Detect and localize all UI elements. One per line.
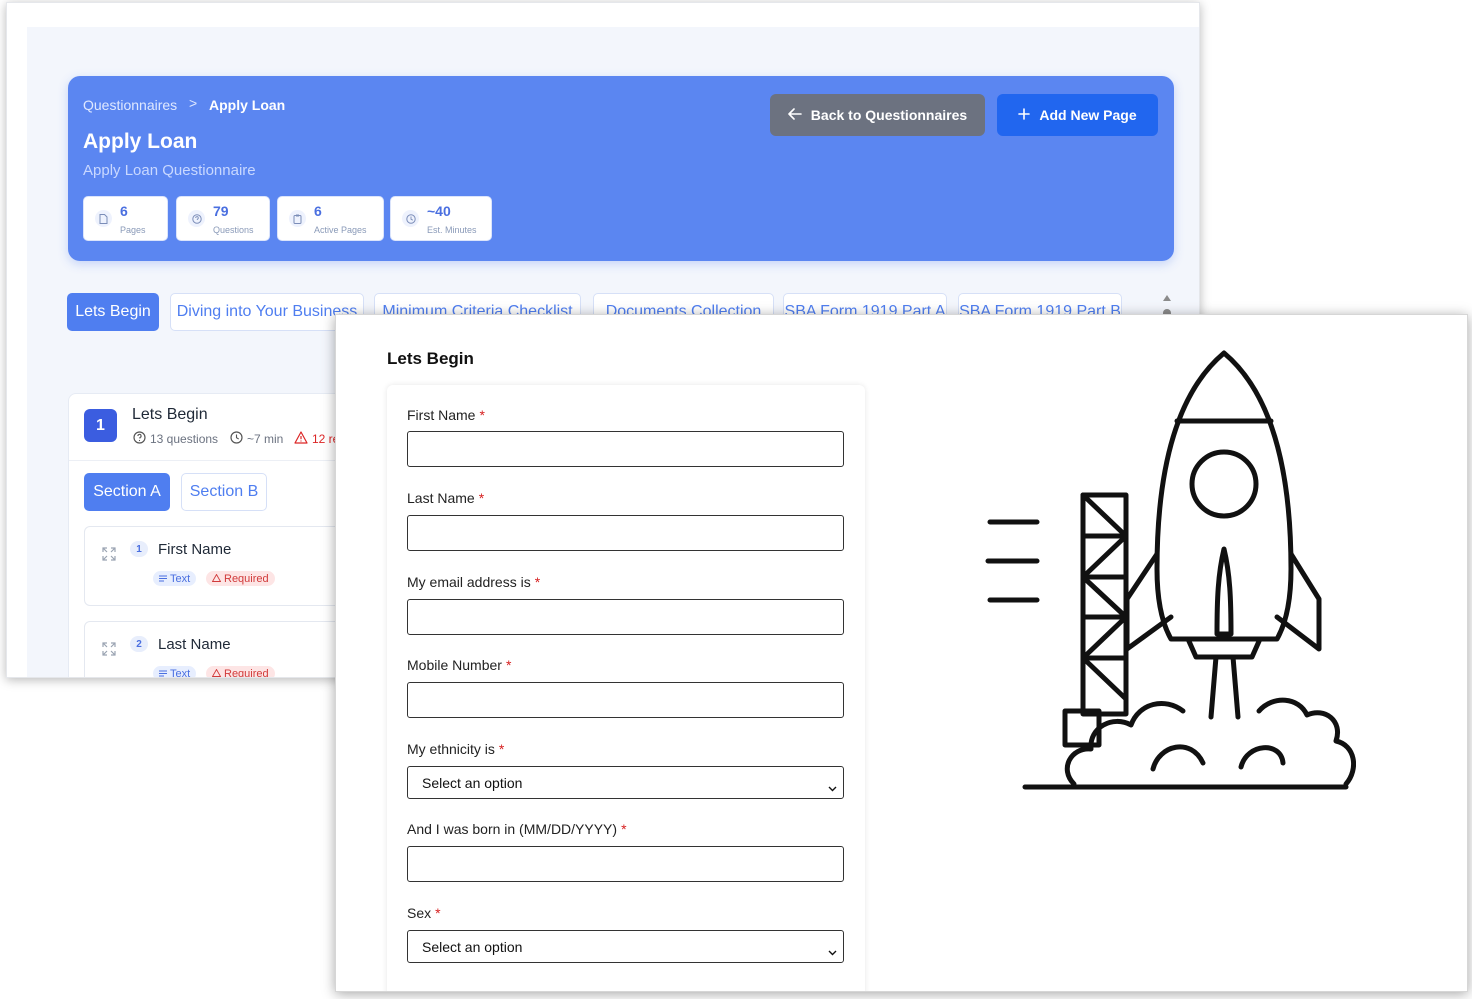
stat-est-minutes: ~40 Est. Minutes [390, 196, 492, 241]
field-label-mobile: Mobile Number * [407, 657, 511, 673]
plus-icon [1018, 107, 1031, 123]
stat-pages: 6 Pages [83, 196, 168, 241]
clock-icon [402, 210, 419, 227]
last-name-input[interactable] [407, 515, 844, 551]
mobile-number-input[interactable] [407, 682, 844, 718]
stat-label: Active Pages [314, 225, 367, 235]
field-label-text: My ethnicity is [407, 741, 495, 757]
back-to-questionnaires-button[interactable]: Back to Questionnaires [770, 94, 985, 136]
question-number: 2 [130, 636, 148, 652]
add-button-label: Add New Page [1039, 107, 1137, 123]
type-badge: Text [153, 666, 197, 678]
page-title: Apply Loan [83, 130, 198, 153]
back-button-label: Back to Questionnaires [810, 107, 968, 123]
add-new-page-button[interactable]: Add New Page [997, 94, 1158, 136]
chevron-down-icon [828, 943, 837, 959]
chevron-down-icon [828, 779, 837, 795]
form-heading: Lets Begin [387, 349, 474, 368]
breadcrumb-current: Apply Loan [209, 97, 286, 113]
stat-value: 79 [213, 203, 229, 219]
field-label-last-name: Last Name * [407, 490, 484, 506]
arrow-left-icon [787, 107, 802, 123]
text-lines-icon [159, 668, 167, 678]
question-circle-icon [133, 431, 146, 447]
tab-section-a[interactable]: Section A [84, 473, 170, 511]
stat-active-pages: 6 Active Pages [277, 196, 384, 241]
type-badge-label: Text [170, 572, 191, 585]
questionnaire-header: Questionnaires > Apply Loan Apply Loan A… [68, 76, 1174, 261]
required-asterisk: * [435, 905, 441, 921]
stat-value: ~40 [427, 203, 451, 219]
ethnicity-select[interactable]: Select an option [407, 766, 844, 799]
required-asterisk: * [498, 741, 505, 757]
field-label-text: And I was born in (MM/DD/YYYY) [407, 821, 618, 837]
expand-arrows-icon[interactable] [101, 546, 117, 567]
question-number: 1 [130, 541, 148, 557]
form-card: First Name * Last Name * My email address … [387, 385, 865, 991]
field-label-email: My email address is * [407, 574, 540, 590]
question-label: Last Name [158, 636, 231, 653]
field-label-birth-date: And I was born in (MM/DD/YYYY) * [407, 821, 627, 837]
stat-questions: 79 Questions [176, 196, 270, 241]
required-badge: Required [206, 666, 275, 678]
sex-select[interactable]: Select an option [407, 930, 844, 963]
clock-icon [230, 431, 243, 447]
stat-label: Questions [213, 225, 254, 235]
rocket-launch-icon [985, 350, 1356, 790]
stat-label: Pages [120, 225, 146, 235]
page-meta-questions: 13 questions [133, 431, 218, 447]
field-label-first-name: First Name * [407, 407, 485, 423]
type-badge-label: Text [170, 667, 191, 678]
field-label-text: First Name [407, 407, 476, 423]
page-number-badge: 1 [84, 409, 117, 442]
field-label-text: My email address is [407, 574, 531, 590]
email-input[interactable] [407, 599, 844, 635]
field-label-text: Mobile Number [407, 657, 502, 673]
tab-section-b[interactable]: Section B [181, 473, 267, 511]
form-preview-window: Lets Begin First Name * Last Name * My ema… [335, 314, 1468, 992]
breadcrumb-separator: > [189, 95, 198, 111]
question-circle-icon [188, 210, 205, 227]
required-badge: Required [206, 571, 275, 586]
required-asterisk: * [534, 574, 541, 590]
field-label-text: Last Name [407, 490, 475, 506]
first-name-input[interactable] [407, 431, 844, 467]
page-card-title: Lets Begin [132, 406, 208, 423]
expand-arrows-icon[interactable] [101, 641, 117, 662]
warning-triangle-icon [211, 668, 222, 678]
scroll-up-arrow[interactable] [1163, 295, 1171, 301]
required-asterisk: * [621, 821, 627, 837]
stat-value: 6 [314, 203, 322, 219]
required-asterisk: * [505, 657, 512, 673]
minutes-estimate: ~7 min [247, 432, 284, 446]
required-asterisk: * [478, 490, 485, 506]
page-subtitle: Apply Loan Questionnaire [83, 162, 256, 179]
required-badge-label: Required [224, 667, 269, 678]
type-badge: Text [153, 571, 197, 586]
breadcrumb-questionnaires[interactable]: Questionnaires [83, 97, 177, 113]
warning-triangle-icon [294, 431, 308, 447]
required-badge-label: Required [224, 572, 269, 585]
field-label-sex: Sex * [407, 905, 441, 921]
select-value: Select an option [422, 774, 523, 791]
questions-count: 13 questions [150, 432, 219, 446]
birth-date-input[interactable] [407, 846, 844, 882]
field-label-ethnicity: My ethnicity is * [407, 741, 504, 757]
stat-value: 6 [120, 203, 128, 219]
question-label: First Name [158, 541, 232, 558]
select-value: Select an option [422, 938, 523, 955]
field-label-text: Sex [407, 905, 432, 921]
clipboard-icon [289, 210, 306, 227]
stat-label: Est. Minutes [427, 225, 477, 235]
text-lines-icon [159, 573, 167, 585]
file-icon [95, 210, 112, 227]
page-meta-minutes: ~7 min [230, 431, 283, 447]
required-asterisk: * [479, 407, 485, 423]
tab-lets-begin[interactable]: Lets Begin [67, 293, 159, 331]
warning-triangle-icon [211, 573, 222, 585]
